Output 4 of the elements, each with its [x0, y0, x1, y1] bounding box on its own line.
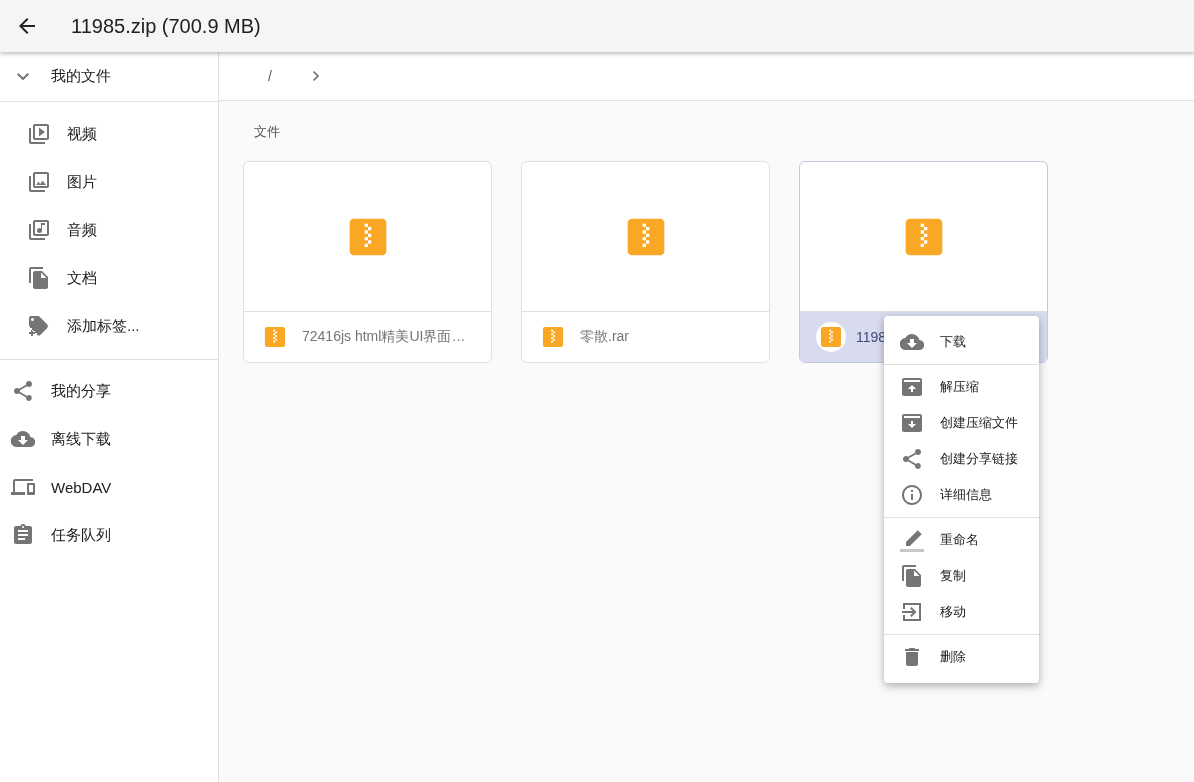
file-name: 72416js html精美UI界面…: [302, 328, 466, 346]
section-title: 文件: [254, 123, 281, 141]
window-title: 11985.zip (700.9 MB): [71, 14, 261, 38]
file-name: 零散.rar: [580, 328, 629, 346]
